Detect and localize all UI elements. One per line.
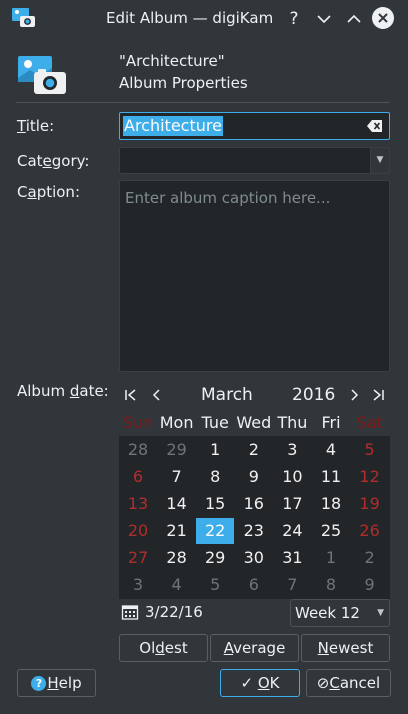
check-icon: ✓ [240,674,254,692]
close-icon[interactable] [372,7,394,29]
album-properties-icon [18,56,66,94]
calendar-day[interactable]: 17 [273,491,311,517]
calendar-day[interactable]: 15 [196,491,234,517]
category-label: Category: [17,152,90,170]
header-separator [16,102,390,103]
title-input[interactable]: Architecture [119,112,390,140]
calendar-day[interactable]: 5 [351,437,389,463]
calendar-day[interactable]: 30 [235,545,273,571]
weekday-header: Sat [356,413,383,432]
caption-textarea[interactable]: Enter album caption here... [119,180,390,372]
calendar-day[interactable]: 6 [119,464,157,490]
title-value: Architecture [123,116,223,136]
calendar-day[interactable]: 21 [158,518,196,544]
week-combobox[interactable]: Week 12 ▼ [290,599,390,627]
calendar-day[interactable]: 20 [119,518,157,544]
calendar-day[interactable]: 8 [312,572,350,598]
help-title-icon[interactable]: ? [283,8,305,30]
calendar-day[interactable]: 28 [119,437,157,463]
calendar-day[interactable]: 7 [273,572,311,598]
weekday-header: Sun [122,413,154,432]
calendar-day[interactable]: 14 [158,491,196,517]
oldest-button[interactable]: Oldest [119,634,208,662]
calendar-day[interactable]: 4 [158,572,196,598]
calendar-day[interactable]: 3 [119,572,157,598]
calendar-day[interactable]: 9 [235,464,273,490]
title-label: Title: [17,117,55,135]
help-button[interactable]: ? Help [17,669,96,697]
calendar-day[interactable]: 2 [351,545,389,571]
album-date-label: Album date: [17,382,109,400]
week-value: Week 12 [295,604,360,622]
calendar-day[interactable]: 19 [351,491,389,517]
calendar-day[interactable]: 10 [273,464,311,490]
calendar-day[interactable]: 1 [196,437,234,463]
weekday-header: Tue [201,413,229,432]
weekday-header-row: Sun Mon Tue Wed Thu Fri Sat [119,409,390,436]
calendar-navigation: March 2016 [119,382,390,408]
calendar-day[interactable]: 29 [196,545,234,571]
calendar-day[interactable]: 1 [312,545,350,571]
date-input[interactable]: 3/22/16 [145,603,203,621]
calendar-day[interactable]: 26 [351,518,389,544]
calendar-day[interactable]: 12 [351,464,389,490]
album-name-heading: "Architecture" [119,52,225,70]
window-title: Edit Album — digiKam [106,9,274,27]
title-bar: Edit Album — digiKam ? [0,0,408,36]
calendar-day[interactable]: 25 [312,518,350,544]
calendar-day[interactable]: 3 [273,437,311,463]
weekday-header: Mon [159,413,194,432]
calendar-day[interactable]: 4 [312,437,350,463]
chevron-down-icon: ▼ [377,608,384,618]
help-icon: ? [31,676,47,691]
year-selector[interactable]: 2016 [292,385,335,405]
calendar-day[interactable]: 11 [312,464,350,490]
average-button[interactable]: Average [210,634,299,662]
album-app-icon [12,8,35,27]
calendar-day[interactable]: 27 [119,545,157,571]
calendar-day[interactable]: 18 [312,491,350,517]
cancel-button[interactable]: ⊘Cancel [306,669,391,697]
calendar-day[interactable]: 22 [196,518,235,544]
calendar-day[interactable]: 13 [119,491,157,517]
calendar-day[interactable]: 16 [235,491,273,517]
calendar-day[interactable]: 23 [235,518,273,544]
date-row: 3/22/16 Week 12 ▼ [119,599,390,627]
newest-button[interactable]: Newest [301,634,390,662]
calendar-day[interactable]: 8 [196,464,234,490]
ok-button[interactable]: ✓ OK [220,669,300,697]
calendar-grid: Sun Mon Tue Wed Thu Fri Sat 28 29 1 2 3 4 5 6 7 8 9 10 11 1… [119,409,390,599]
calendar-day[interactable]: 5 [196,572,234,598]
caption-placeholder: Enter album caption here... [125,189,331,207]
maximize-icon[interactable] [343,8,365,30]
dialog-subtitle: Album Properties [119,74,248,92]
calendar-day[interactable]: 9 [351,572,389,598]
calendar-icon[interactable] [121,603,139,621]
cancel-icon: ⊘ [316,674,330,692]
minimize-icon[interactable] [313,8,335,30]
calendar-day[interactable]: 7 [158,464,196,490]
category-combobox[interactable]: ▼ [119,147,390,174]
calendar-day[interactable]: 6 [235,572,273,598]
weekday-header: Thu [277,413,308,432]
clear-text-icon[interactable] [367,119,383,133]
calendar-day[interactable]: 28 [158,545,196,571]
caption-label: Caption: [17,183,80,201]
calendar-day[interactable]: 29 [158,437,196,463]
weekday-header: Fri [321,413,341,432]
month-selector[interactable]: March [201,385,253,405]
calendar-day[interactable]: 24 [273,518,311,544]
weekday-header: Wed [236,413,272,432]
calendar-day[interactable]: 2 [235,437,273,463]
chevron-down-icon[interactable]: ▼ [370,148,389,173]
calendar-day[interactable]: 31 [273,545,311,571]
